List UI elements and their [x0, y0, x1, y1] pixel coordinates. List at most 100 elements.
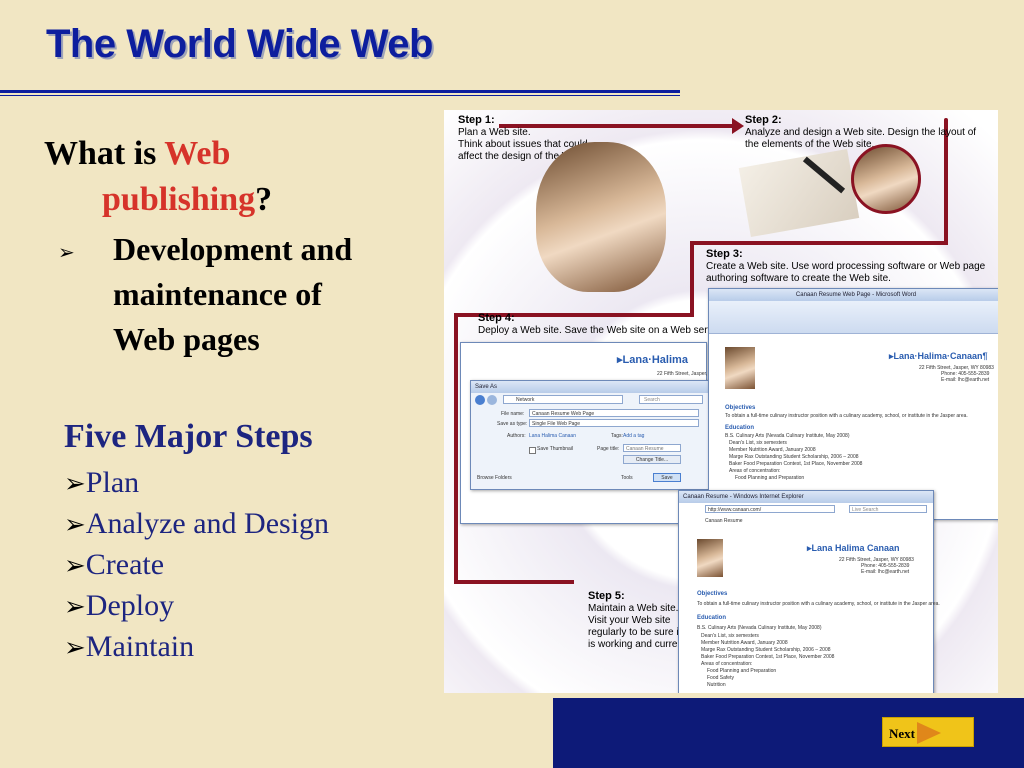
next-button[interactable]: Next	[882, 717, 974, 747]
path-segment	[690, 241, 694, 316]
question-prefix: What is	[44, 135, 165, 172]
step2-text: the elements of the Web site.	[745, 139, 875, 150]
education-heading: Education	[725, 425, 755, 431]
question-highlight-publishing: publishing	[102, 181, 256, 218]
objectives-text: To obtain a full-time culinary instructo…	[697, 601, 940, 607]
step3-title: Step 3:	[706, 248, 743, 260]
step4-title: Step 4:	[478, 312, 515, 324]
step-arrow-icon: ➢	[64, 592, 86, 621]
designer-portrait-photo	[851, 144, 921, 214]
search-input[interactable]: Search	[639, 395, 703, 404]
authors-value[interactable]: Lana Halima Canaan	[529, 433, 576, 440]
browser-tab[interactable]: Canaan Resume	[705, 518, 743, 525]
education-item: Baker Food Preparation Contest, 1st Plac…	[701, 654, 835, 660]
resume-email: E-mail: lhc@earth.net	[861, 569, 910, 575]
education-item: Food Planning and Preparation	[735, 475, 805, 481]
step3-text: Create a Web site. Use word processing s…	[706, 261, 986, 272]
location-bar[interactable]: Network	[503, 395, 623, 404]
tags-value[interactable]: Add a tag	[623, 433, 644, 440]
resume-name: ▸Lana·Halima	[617, 354, 688, 366]
browser-titlebar: Canaan Resume - Windows Internet Explore…	[679, 491, 933, 503]
step2-label: Step 2: Analyze and design a Web site. D…	[745, 114, 976, 151]
step1-text: Plan a Web site.	[458, 127, 531, 138]
step1-title: Step 1:	[458, 114, 495, 126]
browser-window: Canaan Resume - Windows Internet Explore…	[678, 490, 940, 693]
browser-search-input[interactable]: Live Search	[849, 505, 927, 513]
authors-label: Authors:	[507, 433, 526, 439]
objectives-text: To obtain a full-time culinary instructo…	[725, 413, 968, 419]
question-suffix: ?	[255, 181, 273, 218]
path-segment	[454, 313, 458, 583]
education-item: Member Nutrition Award, January 2008	[729, 447, 816, 453]
save-as-dialog: Save As Network Search File name: Canaan…	[470, 380, 712, 490]
education-item: Dean's List, six semesters	[701, 633, 759, 639]
planning-woman-photo	[536, 142, 666, 292]
resume-name: ▸Lana·Halima·Canaan¶	[889, 351, 988, 361]
word-window: Canaan Resume Web Page - Microsoft Word …	[708, 288, 998, 520]
education-item: Marge Rax Outstanding Student Scholarshi…	[729, 454, 859, 460]
education-item: Nutrition	[707, 682, 726, 688]
step5-text: Visit your Web site	[588, 615, 671, 626]
tags-label: Tags:	[611, 433, 623, 439]
tools-menu[interactable]: Tools	[621, 475, 633, 482]
step2-text: Analyze and design a Web site. Design th…	[745, 127, 977, 138]
step-item: ➢Plan	[64, 466, 139, 500]
save-type-label: Save as type:	[497, 421, 528, 427]
title-rule	[0, 90, 680, 93]
thumbnail-checkbox[interactable]	[529, 447, 536, 454]
path-segment	[694, 241, 948, 245]
save-button[interactable]: Save	[653, 473, 681, 482]
education-item: Member Nutrition Award, January 2008	[701, 640, 788, 646]
step-item: ➢Analyze and Design	[64, 507, 329, 541]
education-item: Baker Food Preparation Contest, 1st Plac…	[729, 461, 863, 467]
question-highlight-web: Web	[164, 135, 231, 172]
step-arrow-icon: ➢	[64, 633, 86, 662]
step-label: Create	[85, 548, 165, 581]
page-title-input[interactable]: Canaan Resume	[623, 444, 681, 452]
step-label: Maintain	[85, 630, 195, 663]
step-label: Plan	[85, 466, 140, 499]
step5-text: is working and current.	[588, 639, 689, 650]
education-item: Food Safety	[707, 675, 734, 681]
answer-line-1: Development and	[113, 231, 353, 267]
answer-line-2: maintenance of	[113, 276, 322, 312]
resume-photo	[725, 347, 755, 389]
step-label: Analyze and Design	[85, 507, 330, 540]
word-ribbon[interactable]	[709, 301, 998, 334]
forward-icon[interactable]	[487, 395, 497, 405]
education-item: Dean's List, six semesters	[729, 440, 787, 446]
browse-folders-link[interactable]: Browse Folders	[477, 475, 512, 482]
address-bar[interactable]: http://www.canaan.com/	[705, 505, 835, 513]
thumbnail-label: Save Thumbnail	[537, 446, 574, 452]
slide-title: The World Wide Web	[46, 22, 433, 66]
step-label: Deploy	[85, 589, 175, 622]
education-heading: Education	[697, 615, 727, 621]
question-line-2: publishing?	[102, 178, 272, 222]
objectives-heading: Objectives	[697, 591, 728, 597]
resume-photo	[697, 539, 723, 577]
education-item: Areas of concentration:	[729, 468, 781, 474]
step5-label: Step 5: Maintain a Web site. Visit your …	[588, 590, 689, 651]
answer-line-3: Web pages	[113, 321, 260, 357]
step5-text: regularly to be sure it	[588, 627, 682, 638]
back-icon[interactable]	[475, 395, 485, 405]
step-arrow-icon: ➢	[64, 551, 86, 580]
path-segment	[454, 580, 574, 584]
step-arrow-icon: ➢	[64, 510, 86, 539]
steps-heading: Five Major Steps	[64, 418, 313, 455]
step-item: ➢Maintain	[64, 630, 194, 664]
page-title-label: Page title:	[597, 446, 620, 452]
step4-text: Deploy a Web site. Save the Web site on …	[478, 325, 724, 336]
step3-text: authoring software to create the Web sit…	[706, 273, 891, 284]
next-arrow-icon	[917, 722, 941, 744]
file-name-label: File name:	[501, 411, 525, 417]
web-publishing-figure: Step 1: Plan a Web site. Think about iss…	[444, 110, 998, 693]
step4-label: Step 4: Deploy a Web site. Save the Web …	[478, 312, 724, 337]
change-title-button[interactable]: Change Title...	[623, 455, 681, 464]
file-name-input[interactable]: Canaan Resume Web Page	[529, 409, 699, 417]
title-rule-thin	[0, 95, 680, 96]
step-item: ➢Deploy	[64, 589, 174, 623]
resume-email: E-mail: lhc@earth.net	[941, 377, 990, 383]
bullet-arrow-icon: ➢	[58, 242, 75, 264]
save-type-select[interactable]: Single File Web Page	[529, 419, 699, 427]
